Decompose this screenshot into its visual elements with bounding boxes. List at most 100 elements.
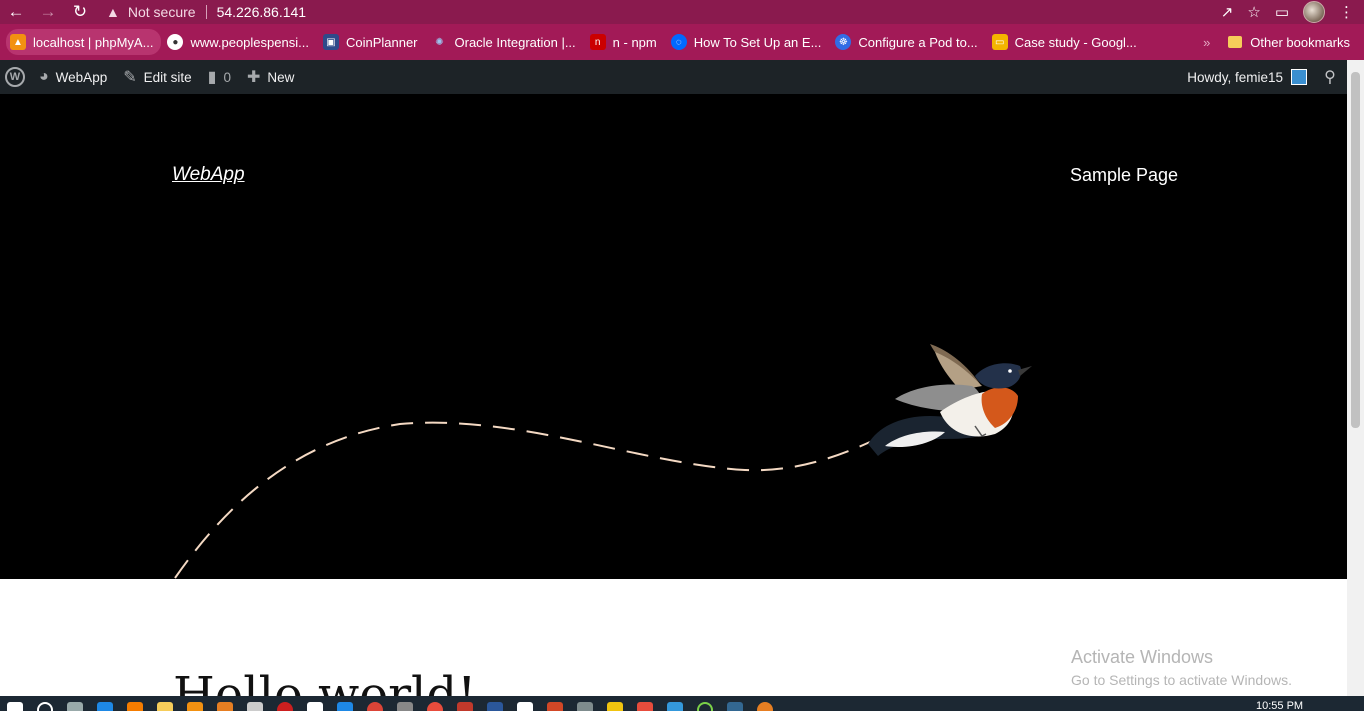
bookmark-label: Case study - Googl... xyxy=(1014,34,1137,50)
bookmark-item[interactable]: ▣ CoinPlanner xyxy=(319,29,426,55)
wp-edit-site[interactable]: ✎ Edit site xyxy=(115,60,199,94)
bookmark-label: www.peoplespensi... xyxy=(190,34,309,50)
warning-icon[interactable]: ▲ xyxy=(106,4,120,20)
opera-icon[interactable] xyxy=(277,702,293,711)
edit-site-label: Edit site xyxy=(143,69,192,85)
back-button[interactable]: ← xyxy=(0,0,32,24)
other-bookmarks[interactable]: Other bookmarks xyxy=(1250,35,1350,50)
bookmark-label: CoinPlanner xyxy=(345,34,418,50)
share-icon[interactable]: ↗ xyxy=(1221,3,1234,21)
url-text[interactable]: 54.226.86.141 xyxy=(217,4,307,20)
wp-site-name: WebApp xyxy=(55,69,108,85)
browser-toolbar: ← → ↻ ▲ Not secure 54.226.86.141 ↗ ☆ ▭ ⋮ xyxy=(0,0,1364,24)
bookmark-item[interactable]: ▭ Case study - Googl... xyxy=(988,29,1145,55)
address-bar[interactable]: ▲ Not secure 54.226.86.141 xyxy=(106,0,306,24)
app-icon[interactable] xyxy=(247,702,263,711)
flight-path xyxy=(174,421,871,579)
app-icon[interactable] xyxy=(217,702,233,711)
phpmyadmin-icon: ▲ xyxy=(10,34,26,50)
page-scrollbar[interactable] xyxy=(1347,60,1364,696)
app-icon[interactable] xyxy=(457,702,473,711)
task-view-icon[interactable] xyxy=(67,702,83,711)
sidepanel-icon[interactable]: ▭ xyxy=(1275,3,1289,21)
app-icon[interactable] xyxy=(427,702,443,711)
app-icon[interactable] xyxy=(307,702,323,711)
site-title-link[interactable]: WebApp xyxy=(172,164,245,186)
brush-icon: ✎ xyxy=(123,69,137,86)
activate-subtitle: Go to Settings to activate Windows. xyxy=(1071,672,1292,688)
comments-count: 0 xyxy=(223,69,231,85)
app-icon[interactable] xyxy=(517,702,533,711)
digitalocean-icon: ◌ xyxy=(670,34,687,50)
bookmark-item[interactable]: ☸ Configure a Pod to... xyxy=(831,29,985,55)
plus-icon: ✚ xyxy=(246,69,261,86)
reload-button[interactable]: ↻ xyxy=(64,0,96,24)
app-icon[interactable] xyxy=(667,702,683,711)
oracle-integration-icon: ✺ xyxy=(435,36,444,48)
wp-new-content[interactable]: ✚ New xyxy=(239,60,302,94)
activate-title: Activate Windows xyxy=(1071,647,1214,667)
wp-account-menu[interactable]: Howdy, femie15 xyxy=(1179,60,1307,94)
howdy-text: Howdy, femie15 xyxy=(1187,69,1283,85)
bookmark-label: How To Set Up an E... xyxy=(693,34,822,50)
word-icon[interactable] xyxy=(487,702,503,711)
user-avatar xyxy=(1291,69,1307,85)
chevron-double-icon[interactable]: » xyxy=(1203,35,1210,50)
bookmark-label: Oracle Integration |... xyxy=(454,34,576,50)
activate-windows-watermark: Activate Windows Go to Settings to activ… xyxy=(1071,647,1292,688)
comment-icon: ▮ xyxy=(207,69,217,86)
google-slides-icon: ▭ xyxy=(991,34,1008,50)
nav-link-sample-page[interactable]: Sample Page xyxy=(1070,165,1178,186)
coinplanner-icon: ▣ xyxy=(322,34,339,50)
wp-comments[interactable]: ▮ 0 xyxy=(200,60,239,94)
file-explorer-icon[interactable] xyxy=(157,702,173,711)
bookmark-item[interactable]: n n - npm xyxy=(586,29,665,55)
app-icon[interactable] xyxy=(757,702,773,711)
chrome-icon[interactable] xyxy=(367,702,383,711)
windows-taskbar: 10:55 PM xyxy=(0,696,1364,711)
app-icon[interactable] xyxy=(547,702,563,711)
bookmark-item[interactable]: ● www.peoplespensi... xyxy=(163,29,317,55)
divider xyxy=(205,5,207,19)
bookmark-label: localhost | phpMyA... xyxy=(33,34,154,50)
app-icon[interactable] xyxy=(697,702,713,711)
app-icon[interactable] xyxy=(607,702,623,711)
post-title[interactable]: Hello world! xyxy=(173,667,476,696)
bookmark-item[interactable]: ✺ Oracle Integration |... xyxy=(428,29,584,55)
wp-site-menu[interactable]: ◕ WebApp xyxy=(31,60,115,94)
wordpress-logo-icon[interactable]: W xyxy=(5,67,25,87)
windows-start-icon[interactable] xyxy=(7,702,23,711)
app-icon[interactable] xyxy=(127,702,143,711)
profile-avatar[interactable] xyxy=(1303,1,1325,23)
bookmarks-bar: ▲ localhost | phpMyA... ● www.peoplespen… xyxy=(0,24,1364,60)
new-label: New xyxy=(267,69,295,85)
npm-icon: n xyxy=(589,34,606,50)
scrollbar-thumb[interactable] xyxy=(1351,72,1360,428)
calculator-icon[interactable] xyxy=(577,702,593,711)
bookmark-label: Configure a Pod to... xyxy=(858,34,978,50)
bookmark-item[interactable]: ◌ How To Set Up an E... xyxy=(667,29,830,55)
kubernetes-icon: ☸ xyxy=(835,34,852,50)
menu-kebab-icon[interactable]: ⋮ xyxy=(1339,3,1354,21)
search-icon[interactable]: ⚲ xyxy=(1313,67,1347,87)
app-icon[interactable] xyxy=(397,702,413,711)
dashboard-icon: ◕ xyxy=(39,68,49,85)
app-icon[interactable] xyxy=(637,702,653,711)
bookmark-item[interactable]: ▲ localhost | phpMyA... xyxy=(6,29,162,55)
edge-icon[interactable] xyxy=(97,702,113,711)
vscode-icon[interactable] xyxy=(337,702,353,711)
security-label[interactable]: Not secure xyxy=(128,4,196,20)
main-content: Hello world! Activate Windows Go to Sett… xyxy=(0,579,1347,696)
clock-time[interactable]: 10:55 PM xyxy=(1256,700,1303,711)
wp-admin-bar: W ◕ WebApp ✎ Edit site ▮ 0 ✚ New Howdy, … xyxy=(0,60,1347,94)
bookmark-label: n - npm xyxy=(612,34,657,50)
search-icon[interactable] xyxy=(37,702,53,711)
globe-icon: ● xyxy=(167,34,184,50)
app-icon[interactable] xyxy=(187,702,203,711)
bird-icon xyxy=(868,344,1032,456)
folder-icon xyxy=(1228,36,1243,48)
forward-button[interactable]: → xyxy=(32,0,64,24)
star-icon[interactable]: ☆ xyxy=(1247,3,1260,21)
postgres-icon[interactable] xyxy=(727,702,743,711)
site-header: WebApp Sample Page xyxy=(0,94,1347,579)
